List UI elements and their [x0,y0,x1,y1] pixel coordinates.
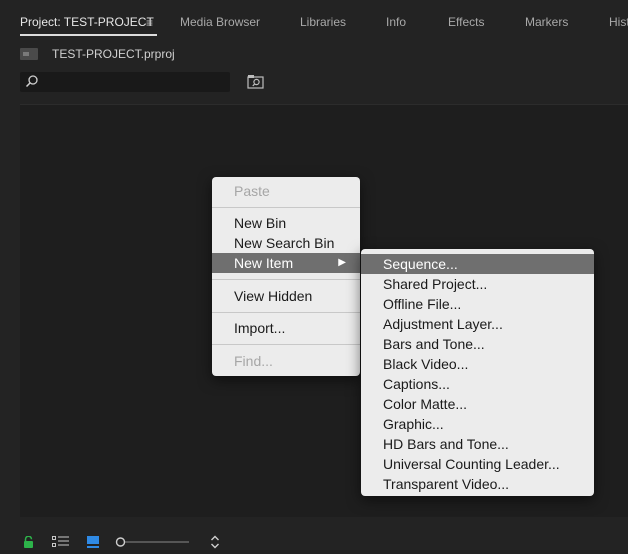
new-item-submenu: Sequence... Shared Project... Offline Fi… [361,249,594,496]
submenu-item-sequence[interactable]: Sequence... [361,254,594,274]
lock-icon[interactable] [23,536,34,548]
submenu-item-universal-counting-leader[interactable]: Universal Counting Leader... [361,454,594,474]
menu-separator [212,312,360,313]
active-tab-underline [20,34,157,36]
menu-item-paste[interactable]: Paste [212,181,360,201]
menu-item-import[interactable]: Import... [212,318,360,338]
submenu-item-adjustment-layer[interactable]: Adjustment Layer... [361,314,594,334]
project-file-row: TEST-PROJECT.prproj [20,46,320,64]
submenu-item-offline-file[interactable]: Offline File... [361,294,594,314]
menu-item-view-hidden[interactable]: View Hidden [212,286,360,306]
zoom-slider[interactable] [115,536,190,548]
context-menu: Paste New Bin New Search Bin New Item ▶ … [212,177,360,376]
menu-item-new-bin[interactable]: New Bin [212,213,360,233]
sort-icon[interactable] [210,535,220,549]
submenu-item-hd-bars-and-tone[interactable]: HD Bars and Tone... [361,434,594,454]
panel-bottom-bar [0,530,628,554]
submenu-item-bars-and-tone[interactable]: Bars and Tone... [361,334,594,354]
submenu-item-black-video[interactable]: Black Video... [361,354,594,374]
menu-item-find[interactable]: Find... [212,351,360,371]
tab-history[interactable]: Hist [609,15,628,29]
project-file-name: TEST-PROJECT.prproj [52,47,175,61]
panel-tab-bar: Project: TEST-PROJECT ≡ Media Browser Li… [0,0,628,40]
menu-item-new-search-bin[interactable]: New Search Bin [212,233,360,253]
list-view-icon[interactable] [52,536,70,548]
icon-view-icon[interactable] [87,536,99,548]
menu-separator [212,207,360,208]
submenu-item-captions[interactable]: Captions... [361,374,594,394]
tab-info[interactable]: Info [386,15,406,29]
menu-item-new-item[interactable]: New Item ▶ [212,253,360,273]
new-search-bin-icon[interactable] [247,74,265,90]
tab-markers[interactable]: Markers [525,15,568,29]
submenu-arrow-icon: ▶ [338,257,346,268]
panel-menu-icon[interactable]: ≡ [146,16,153,30]
tab-media-browser[interactable]: Media Browser [180,15,260,29]
submenu-item-color-matte[interactable]: Color Matte... [361,394,594,414]
search-icon [25,75,38,88]
tab-effects[interactable]: Effects [448,15,484,29]
menu-separator [212,279,360,280]
menu-separator [212,344,360,345]
tab-project[interactable]: Project: TEST-PROJECT [20,15,154,29]
tab-libraries[interactable]: Libraries [300,15,346,29]
submenu-item-graphic[interactable]: Graphic... [361,414,594,434]
search-input[interactable] [44,72,224,92]
submenu-item-shared-project[interactable]: Shared Project... [361,274,594,294]
search-box[interactable] [20,72,230,92]
project-file-icon [20,48,38,60]
project-panel: Project: TEST-PROJECT ≡ Media Browser Li… [0,0,628,554]
submenu-item-transparent-video[interactable]: Transparent Video... [361,474,594,494]
